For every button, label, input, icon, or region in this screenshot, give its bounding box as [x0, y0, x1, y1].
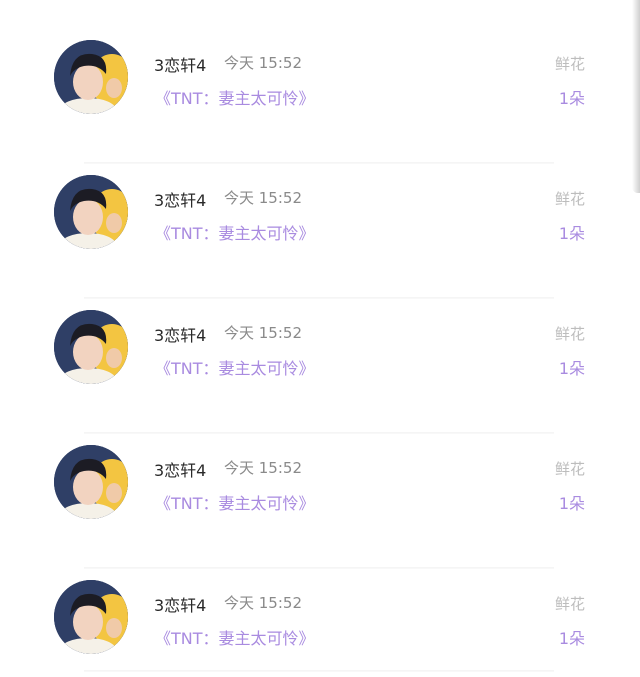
gift-count: 1朵: [558, 89, 585, 108]
divider: [84, 432, 554, 434]
avatar[interactable]: [54, 445, 128, 519]
scrollbar[interactable]: [632, 0, 640, 193]
divider: [84, 162, 554, 164]
username: 3恋轩4: [154, 191, 207, 210]
avatar[interactable]: [54, 310, 128, 384]
gift-count: 1朵: [558, 629, 585, 648]
avatar-image: [54, 40, 128, 114]
divider: [84, 567, 554, 569]
timestamp: 今天 15:52: [224, 189, 302, 207]
list-item[interactable]: 3恋轩4 今天 15:52 《TNT：妻主太可怜》 鲜花 1朵: [0, 575, 640, 677]
gift-type-label: 鲜花: [554, 460, 585, 478]
gift-type-label: 鲜花: [554, 190, 585, 208]
avatar-image: [54, 175, 128, 249]
list-item[interactable]: 3恋轩4 今天 15:52 《TNT：妻主太可怜》 鲜花 1朵: [0, 440, 640, 575]
username: 3恋轩4: [154, 56, 207, 75]
book-title-link[interactable]: 《TNT：妻主太可怜》: [155, 85, 315, 109]
avatar-image: [54, 310, 128, 384]
avatar[interactable]: [54, 40, 128, 114]
book-title-link[interactable]: 《TNT：妻主太可怜》: [155, 355, 315, 379]
book-title-link[interactable]: 《TNT：妻主太可怜》: [155, 490, 315, 514]
divider: [84, 297, 554, 299]
gift-record-list: 3恋轩4 今天 15:52 《TNT：妻主太可怜》 鲜花 1朵 3恋轩4 今天 …: [0, 0, 640, 677]
gift-type-label: 鲜花: [554, 55, 585, 73]
username: 3恋轩4: [154, 326, 207, 345]
timestamp: 今天 15:52: [224, 324, 302, 342]
gift-type-label: 鲜花: [554, 595, 585, 613]
timestamp: 今天 15:52: [224, 54, 302, 72]
gift-count: 1朵: [558, 359, 585, 378]
username: 3恋轩4: [154, 596, 207, 615]
list-item[interactable]: 3恋轩4 今天 15:52 《TNT：妻主太可怜》 鲜花 1朵: [0, 170, 640, 305]
list-item[interactable]: 3恋轩4 今天 15:52 《TNT：妻主太可怜》 鲜花 1朵: [0, 35, 640, 170]
timestamp: 今天 15:52: [224, 459, 302, 477]
timestamp: 今天 15:52: [224, 594, 302, 612]
list-item[interactable]: 3恋轩4 今天 15:52 《TNT：妻主太可怜》 鲜花 1朵: [0, 305, 640, 440]
divider: [84, 670, 554, 672]
gift-count: 1朵: [558, 224, 585, 243]
gift-count: 1朵: [558, 494, 585, 513]
avatar[interactable]: [54, 175, 128, 249]
book-title-link[interactable]: 《TNT：妻主太可怜》: [155, 220, 315, 244]
avatar-image: [54, 445, 128, 519]
book-title-link[interactable]: 《TNT：妻主太可怜》: [155, 625, 315, 649]
gift-type-label: 鲜花: [554, 325, 585, 343]
username: 3恋轩4: [154, 461, 207, 480]
avatar[interactable]: [54, 580, 128, 654]
avatar-image: [54, 580, 128, 654]
